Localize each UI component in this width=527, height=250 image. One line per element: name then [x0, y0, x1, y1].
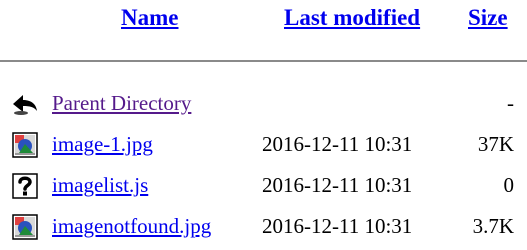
file-size: 0: [503, 173, 515, 197]
modified-date: 2016-12-11 10:31: [262, 214, 413, 238]
image-file-icon: [12, 132, 38, 158]
column-header-size[interactable]: Size: [468, 4, 508, 32]
modified-date: 2016-12-11 10:31: [262, 173, 413, 197]
file-size: -: [507, 91, 514, 115]
table-row: imagelist.js 2016-12-11 10:31 0: [0, 168, 527, 204]
file-link[interactable]: image-1.jpg: [52, 131, 153, 157]
column-header-last-modified[interactable]: Last modified: [284, 4, 420, 32]
table-row: imagenotfound.jpg 2016-12-11 10:31 3.7K: [0, 209, 527, 245]
column-header-name[interactable]: Name: [121, 4, 178, 32]
table-row: Parent Directory -: [0, 86, 527, 122]
modified-date: 2016-12-11 10:31: [262, 132, 413, 156]
file-link[interactable]: imagenotfound.jpg: [52, 213, 211, 239]
file-size: 3.7K: [472, 214, 514, 238]
table-row: image-1.jpg 2016-12-11 10:31 37K: [0, 127, 527, 163]
unknown-file-icon: [12, 173, 38, 199]
file-size: 37K: [477, 132, 514, 156]
image-file-icon: [12, 214, 38, 240]
file-link[interactable]: imagelist.js: [52, 172, 148, 198]
back-arrow-icon: [12, 91, 38, 117]
header-divider: [0, 60, 527, 62]
parent-directory-link[interactable]: Parent Directory: [52, 90, 191, 116]
